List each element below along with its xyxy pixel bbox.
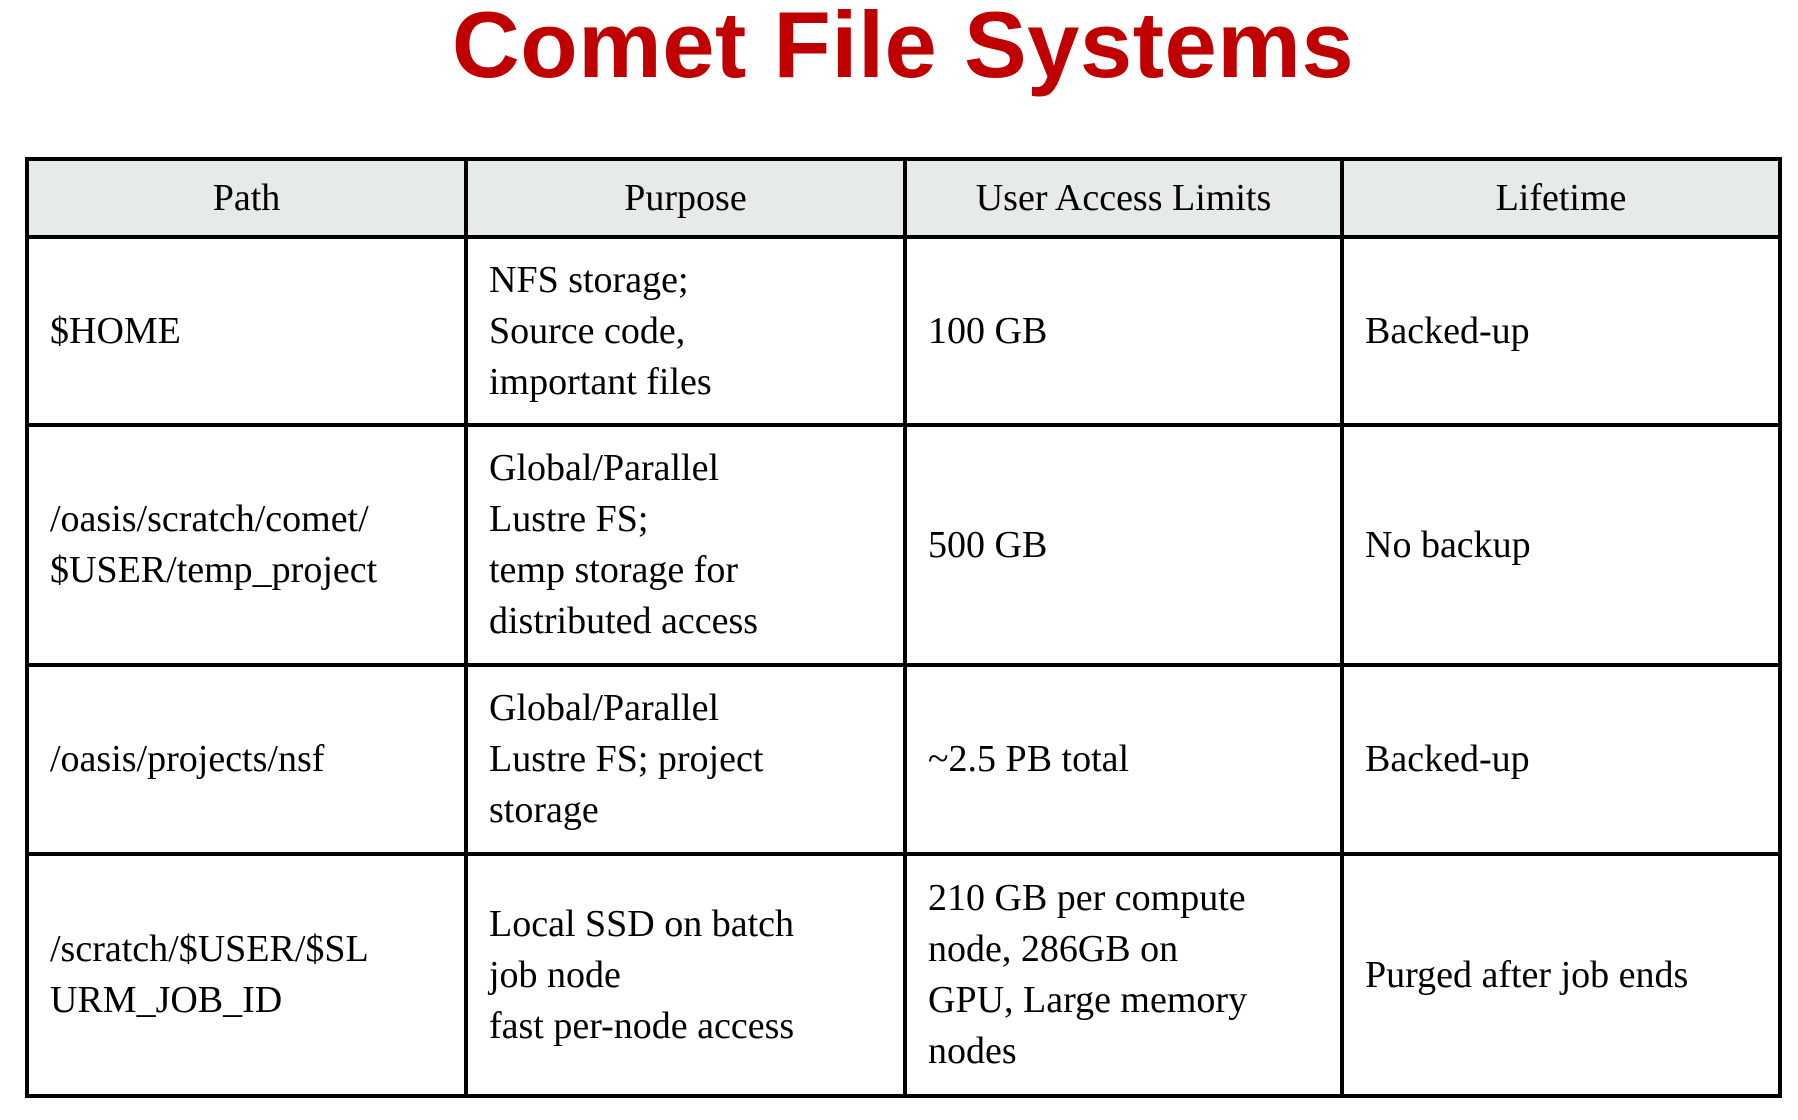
cell-limits: 210 GB per compute node, 286GB on GPU, L… [903,852,1344,1098]
cell-text: No backup [1365,523,1531,566]
cell-path: /oasis/projects/nsf [25,663,468,856]
cell-text: Global/Parallel [489,447,720,489]
cell-text: Lustre FS; project [489,738,764,780]
cell-text: node, 286GB on [928,928,1179,970]
cell-text: /oasis/projects/nsf [50,738,325,780]
table-row: /scratch/$USER/$SL URM_JOB_ID Local SSD … [25,852,1782,1098]
cell-limits: 500 GB [903,423,1344,667]
slide-title: Comet File Systems [451,0,1355,97]
cell-path: /oasis/scratch/comet/ $USER/temp_project [25,423,468,667]
cell-text: Purged after job ends [1365,953,1689,996]
cell-text: NFS storage; [489,258,689,301]
cell-text: 500 GB [928,523,1048,566]
header-row: Path Purpose User Access Limits Lifetime [25,157,1782,239]
header-purpose: Purpose [464,157,907,239]
cell-text: fast per-node access [489,1004,795,1047]
cell-text: $USER/temp_project [50,549,378,591]
cell-text: GPU, Large memory [928,979,1248,1021]
cell-lifetime: Backed-up [1340,663,1782,856]
table-row: $HOME NFS storage; Source code, importan… [25,235,1782,427]
cell-lifetime: Backed-up [1340,235,1782,427]
table-row: /oasis/projects/nsf Global/Parallel Lust… [25,663,1782,856]
file-systems-table: Path Purpose User Access Limits Lifetime… [25,157,1782,1098]
cell-text: Lustre FS; [489,498,649,540]
cell-text: /scratch/$USER/$SL [50,928,369,970]
cell-text: ~2.5 PB total [928,738,1130,780]
cell-text: Source code, [489,309,686,352]
cell-text: storage [489,789,599,831]
cell-text: /oasis/scratch/comet/ [50,498,369,540]
header-lifetime: Lifetime [1340,157,1782,239]
cell-text: 210 GB per compute [928,877,1246,919]
cell-lifetime: No backup [1340,423,1782,667]
cell-limits: 100 GB [903,235,1344,427]
cell-text: Local SSD on batch [489,902,795,945]
cell-text: temp storage for [489,549,739,591]
cell-lifetime: Purged after job ends [1340,852,1782,1098]
cell-text: job node [489,953,621,996]
cell-text: $HOME [50,309,181,352]
cell-path: $HOME [25,235,468,427]
cell-text: Backed-up [1365,309,1530,352]
cell-text: important files [489,360,712,403]
table-row: /oasis/scratch/comet/ $USER/temp_project… [25,423,1782,667]
header-path: Path [25,157,468,239]
cell-text: URM_JOB_ID [50,979,283,1021]
cell-limits: ~2.5 PB total [903,663,1344,856]
cell-text: Backed-up [1365,738,1530,780]
cell-text: distributed access [489,600,759,642]
cell-path: /scratch/$USER/$SL URM_JOB_ID [25,852,468,1098]
header-user-access-limits: User Access Limits [903,157,1344,239]
cell-purpose: NFS storage; Source code, important file… [464,235,907,427]
cell-purpose: Local SSD on batch job node fast per-nod… [464,852,907,1098]
cell-text: Global/Parallel [489,687,720,729]
cell-purpose: Global/Parallel Lustre FS; temp storage … [464,423,907,667]
cell-text: 100 GB [928,309,1048,352]
cell-text: nodes [928,1030,1017,1072]
cell-purpose: Global/Parallel Lustre FS; project stora… [464,663,907,856]
